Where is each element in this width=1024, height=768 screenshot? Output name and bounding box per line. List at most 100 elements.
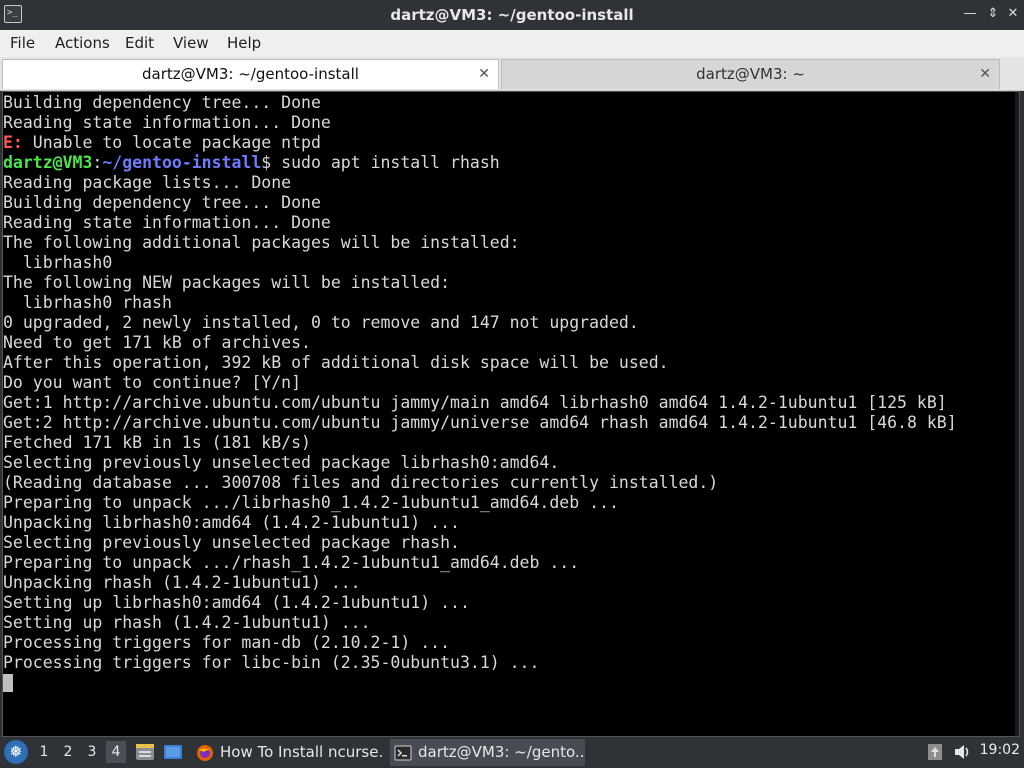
terminal-line: librhash0 xyxy=(3,253,957,273)
menu-file[interactable]: File xyxy=(10,34,35,52)
clock[interactable]: 19:02 xyxy=(980,742,1020,758)
terminal-line: E: Unable to locate package ntpd xyxy=(3,133,957,153)
prompt-user: dartz@VM3 xyxy=(3,153,93,172)
terminal-scrollbar[interactable] xyxy=(1015,92,1019,736)
workspace-1[interactable]: 1 xyxy=(34,741,54,763)
line-text: Unpacking rhash (1.4.2-1ubuntu1) ... xyxy=(3,573,361,592)
task-label: How To Install ncurse... xyxy=(220,743,382,761)
line-text: The following additional packages will b… xyxy=(3,233,520,252)
terminal-line: Reading package lists... Done xyxy=(3,173,957,193)
line-text: $ sudo apt install rhash xyxy=(261,153,500,172)
terminal-line: Reading state information... Done xyxy=(3,213,957,233)
terminal-line: Setting up rhash (1.4.2-1ubuntu1) ... xyxy=(3,613,957,633)
workspace-2[interactable]: 2 xyxy=(58,741,78,763)
firefox-icon xyxy=(197,745,213,761)
line-text: librhash0 rhash xyxy=(3,293,172,312)
task-firefox[interactable]: How To Install ncurse... xyxy=(192,739,382,766)
line-text: Reading state information... Done xyxy=(3,213,331,232)
terminal-line: After this operation, 392 kB of addition… xyxy=(3,353,957,373)
tab-bar: dartz@VM3: ~/gentoo-install ✕ dartz@VM3:… xyxy=(0,57,1024,91)
workspace-3[interactable]: 3 xyxy=(82,741,102,763)
line-text: (Reading database ... 300708 files and d… xyxy=(3,473,719,492)
line-text: Need to get 171 kB of archives. xyxy=(3,333,311,352)
tab-label: dartz@VM3: ~/gentoo-install xyxy=(142,65,359,83)
terminal-line: Preparing to unpack .../librhash0_1.4.2-… xyxy=(3,493,957,513)
prompt-path: ~/gentoo-install xyxy=(102,153,262,172)
task-label: dartz@VM3: ~/gento... xyxy=(418,743,585,761)
terminal-line: Need to get 171 kB of archives. xyxy=(3,333,957,353)
line-text: Do you want to continue? [Y/n] xyxy=(3,373,302,392)
line-text: Unable to locate package ntpd xyxy=(22,133,321,152)
tab-close-icon[interactable]: ✕ xyxy=(979,60,991,88)
terminal-line: Setting up librhash0:amd64 (1.4.2-1ubunt… xyxy=(3,593,957,613)
menu-actions[interactable]: Actions xyxy=(55,34,110,52)
terminal-line: Building dependency tree... Done xyxy=(3,193,957,213)
menu-view[interactable]: View xyxy=(173,34,209,52)
line-text: Building dependency tree... Done xyxy=(3,193,321,212)
line-text: The following NEW packages will be insta… xyxy=(3,273,451,292)
update-notifier-icon[interactable] xyxy=(926,741,944,763)
terminal-cursor-line xyxy=(3,673,957,693)
terminal-line: Preparing to unpack .../rhash_1.4.2-1ubu… xyxy=(3,553,957,573)
line-text: Processing triggers for man-db (2.10.2-1… xyxy=(3,633,451,652)
close-icon[interactable]: ✕ xyxy=(1005,6,1021,22)
terminal-line: Unpacking librhash0:amd64 (1.4.2-1ubuntu… xyxy=(3,513,957,533)
terminal-line: Fetched 171 kB in 1s (181 kB/s) xyxy=(3,433,957,453)
line-text: librhash0 xyxy=(3,253,113,272)
terminal-line: Unpacking rhash (1.4.2-1ubuntu1) ... xyxy=(3,573,957,593)
terminal-icon xyxy=(394,745,412,761)
terminal-line: Selecting previously unselected package … xyxy=(3,453,957,473)
window-titlebar: >_ dartz@VM3: ~/gentoo-install — ⇕ ✕ xyxy=(0,0,1024,30)
prompt-separator: : xyxy=(92,153,103,172)
terminal-line: Processing triggers for libc-bin (2.35-0… xyxy=(3,653,957,673)
line-text: Reading state information... Done xyxy=(3,113,331,132)
tab-label: dartz@VM3: ~ xyxy=(696,65,805,83)
line-text: Fetched 171 kB in 1s (181 kB/s) xyxy=(3,433,311,452)
error-prefix: E: xyxy=(3,133,23,152)
terminal-line: Reading state information... Done xyxy=(3,113,957,133)
desktop-icon[interactable] xyxy=(162,741,184,763)
tab-home[interactable]: dartz@VM3: ~ ✕ xyxy=(501,59,1000,89)
line-text: Preparing to unpack .../rhash_1.4.2-1ubu… xyxy=(3,553,580,572)
line-text: Preparing to unpack .../librhash0_1.4.2-… xyxy=(3,493,619,512)
text-cursor xyxy=(3,674,13,692)
minimize-icon[interactable]: — xyxy=(962,6,978,22)
line-text: 0 upgraded, 2 newly installed, 0 to remo… xyxy=(3,313,639,332)
line-text: Get:2 http://archive.ubuntu.com/ubuntu j… xyxy=(3,413,957,432)
line-text: Setting up rhash (1.4.2-1ubuntu1) ... xyxy=(3,613,371,632)
menu-edit[interactable]: Edit xyxy=(125,34,154,52)
terminal-line: Do you want to continue? [Y/n] xyxy=(3,373,957,393)
terminal-line: librhash0 rhash xyxy=(3,293,957,313)
terminal-line: dartz@VM3:~/gentoo-install$ sudo apt ins… xyxy=(3,153,957,173)
menu-bar: File Actions Edit View Help xyxy=(0,30,1024,57)
task-terminal[interactable]: dartz@VM3: ~/gento... xyxy=(390,739,585,766)
lubuntu-start-icon[interactable]: ❅ xyxy=(4,740,28,764)
terminal-line: Get:2 http://archive.ubuntu.com/ubuntu j… xyxy=(3,413,957,433)
taskbar: ❅ 1 2 3 4 How To Install ncurse... dartz… xyxy=(0,737,1024,768)
terminal-line: (Reading database ... 300708 files and d… xyxy=(3,473,957,493)
terminal-line: The following additional packages will b… xyxy=(3,233,957,253)
terminal-output[interactable]: Building dependency tree... Done Reading … xyxy=(2,91,1020,737)
line-text: Get:1 http://archive.ubuntu.com/ubuntu j… xyxy=(3,393,947,412)
tab-gentoo-install[interactable]: dartz@VM3: ~/gentoo-install ✕ xyxy=(2,59,499,89)
maximize-icon[interactable]: ⇕ xyxy=(985,6,1001,22)
workspace-4[interactable]: 4 xyxy=(106,741,126,763)
terminal-line: Selecting previously unselected package … xyxy=(3,533,957,553)
menu-help[interactable]: Help xyxy=(227,34,261,52)
volume-icon[interactable] xyxy=(953,741,973,763)
line-text: Selecting previously unselected package … xyxy=(3,453,560,472)
terminal-line: Processing triggers for man-db (2.10.2-1… xyxy=(3,633,957,653)
file-manager-icon[interactable] xyxy=(134,741,156,763)
line-text: Selecting previously unselected package … xyxy=(3,533,460,552)
terminal-line: The following NEW packages will be insta… xyxy=(3,273,957,293)
window-title: dartz@VM3: ~/gentoo-install xyxy=(390,6,634,24)
line-text: Unpacking librhash0:amd64 (1.4.2-1ubuntu… xyxy=(3,513,460,532)
terminal-lines: Building dependency tree... Done Reading … xyxy=(3,93,957,693)
tab-close-icon[interactable]: ✕ xyxy=(478,60,490,88)
line-text: Setting up librhash0:amd64 (1.4.2-1ubunt… xyxy=(3,593,470,612)
terminal-line: 0 upgraded, 2 newly installed, 0 to remo… xyxy=(3,313,957,333)
line-text: After this operation, 392 kB of addition… xyxy=(3,353,669,372)
terminal-line: Get:1 http://archive.ubuntu.com/ubuntu j… xyxy=(3,393,957,413)
terminal-line: Building dependency tree... Done xyxy=(3,93,957,113)
line-text: Building dependency tree... Done xyxy=(3,93,321,112)
